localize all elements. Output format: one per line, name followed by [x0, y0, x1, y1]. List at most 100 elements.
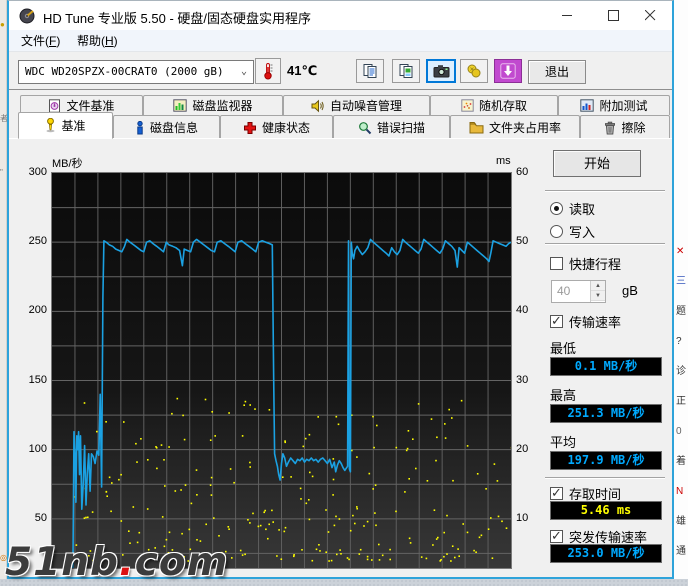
left-axis-tick: 300: [21, 166, 47, 178]
left-axis-tick: 150: [21, 374, 47, 386]
tab-error-scan[interactable]: 错误扫描: [333, 115, 450, 139]
burst-rate-value: 253.0 MB/秒: [550, 544, 662, 563]
close-button[interactable]: [628, 1, 672, 30]
background-text-fragment: 题: [676, 306, 688, 318]
tab-random-access[interactable]: 随机存取: [430, 95, 558, 115]
tab-erase[interactable]: 擦除: [580, 115, 670, 139]
app-icon: [19, 8, 35, 24]
min-value: 0.1 MB/秒: [550, 357, 662, 376]
stepper-up-icon[interactable]: ▲: [591, 281, 605, 291]
copy-text-icon: [362, 63, 378, 79]
copy-text-button[interactable]: [356, 59, 384, 83]
stepper-arrows[interactable]: ▲▼: [590, 281, 605, 302]
tab-folder-usage[interactable]: 文件夹占用率: [450, 115, 580, 139]
tab-health[interactable]: 健康状态: [220, 115, 333, 139]
maximize-icon: [608, 10, 619, 21]
right-axis-title: ms: [496, 155, 511, 167]
transfer-rate-curve: [73, 239, 511, 569]
access-time-scatter: [73, 398, 511, 562]
random-access-icon: [461, 99, 474, 112]
background-text-fragment: 三: [676, 276, 688, 288]
minimize-icon: [562, 10, 573, 21]
separator: [545, 243, 665, 245]
background-text-fragment: N: [676, 486, 688, 498]
background-text-fragment: 诊: [676, 366, 688, 378]
separator: [545, 477, 665, 479]
checkbox-checked-icon: [550, 487, 563, 500]
separator: [545, 190, 665, 192]
trash-icon: [604, 121, 616, 135]
checkbox-checked-icon: [550, 530, 563, 543]
checkbox-icon: [550, 257, 563, 270]
background-window-left-sliver: ● 者 " ◎: [0, 0, 7, 586]
tab-disk-info[interactable]: 磁盘信息: [113, 115, 220, 139]
capacity-unit: gB: [622, 283, 638, 298]
left-axis-tick: 200: [21, 304, 47, 316]
tab-aam[interactable]: 自动噪音管理: [283, 95, 430, 115]
background-text-fragment: 正: [676, 396, 688, 408]
left-axis-title: MB/秒: [52, 155, 83, 171]
background-text-fragment: ✕: [676, 246, 688, 258]
tab-disk-monitor[interactable]: 磁盘监视器: [143, 95, 283, 115]
title-bar[interactable]: HD Tune 专业版 5.50 - 硬盘/固态硬盘实用程序: [9, 1, 672, 30]
menu-file[interactable]: 文件(F): [13, 30, 68, 52]
speaker-icon: [311, 99, 325, 113]
right-axis-tick: 20: [516, 443, 542, 455]
tab-benchmark[interactable]: 基准: [18, 112, 113, 139]
start-button[interactable]: 开始: [553, 150, 641, 177]
benchmark-plot: [51, 172, 512, 569]
write-radio[interactable]: 写入: [550, 222, 595, 241]
exit-button[interactable]: 退出: [528, 60, 586, 84]
extra-tests-icon: [580, 99, 594, 112]
capacity-stepper[interactable]: 40 ▲▼: [551, 280, 606, 303]
copy-image-icon: [398, 63, 414, 79]
tab-extra-tests[interactable]: 附加测试: [558, 95, 670, 115]
disk-info-icon: [135, 121, 145, 135]
screenshot-button[interactable]: [426, 59, 456, 83]
close-icon: [645, 10, 656, 21]
background-text-fragment: 0: [676, 426, 688, 438]
checkbox-checked-icon: [550, 315, 563, 328]
donate-button[interactable]: [460, 59, 488, 83]
hdtune-window: HD Tune 专业版 5.50 - 硬盘/固态硬盘实用程序 文件(F) 帮助(…: [7, 0, 674, 579]
drive-select[interactable]: WDC WD20SPZX-00CRAT0 (2000 gB) ⌄: [18, 60, 254, 84]
stepper-down-icon[interactable]: ▼: [591, 291, 605, 301]
background-text-fragment: 雄: [676, 516, 688, 528]
temperature-button[interactable]: [255, 58, 281, 84]
max-label: 最高: [550, 385, 576, 404]
background-text-fragment: 通: [676, 546, 688, 558]
file-benchmark-icon: [48, 99, 61, 113]
desktop: ● 者 " ◎ ✕ 三题? 诊正 0 着 N 雄通 HD Tune 专业版 5.50 - 硬…: [0, 0, 688, 586]
menu-help[interactable]: 帮助(H): [69, 30, 126, 52]
coins-icon: [466, 63, 482, 79]
thermometer-icon: [261, 62, 275, 80]
right-axis-tick: 10: [516, 512, 542, 524]
disk-monitor-icon: [173, 99, 187, 112]
download-arrow-icon: [500, 63, 516, 79]
camera-icon: [433, 64, 450, 78]
copy-image-button[interactable]: [392, 59, 420, 83]
update-button[interactable]: [494, 59, 522, 83]
window-title: HD Tune 专业版 5.50 - 硬盘/固态硬盘实用程序: [43, 8, 311, 27]
avg-value: 197.9 MB/秒: [550, 451, 662, 470]
magnifier-icon: [358, 121, 372, 135]
read-radio[interactable]: 读取: [550, 199, 595, 218]
left-axis-tick: 250: [21, 235, 47, 247]
background-text-fragment: 着: [676, 456, 688, 468]
right-axis-tick: 30: [516, 374, 542, 386]
avg-label: 平均: [550, 432, 576, 451]
transfer-rate-checkbox[interactable]: 传输速率: [550, 312, 621, 331]
short-stroke-checkbox[interactable]: 快捷行程: [550, 254, 621, 273]
minimize-button[interactable]: [544, 1, 590, 30]
right-axis-tick: 60: [516, 166, 542, 178]
menu-bar: 文件(F) 帮助(H): [9, 30, 672, 52]
toolbar: WDC WD20SPZX-00CRAT0 (2000 gB) ⌄ 41℃: [9, 52, 672, 90]
chevron-down-icon: ⌄: [241, 61, 247, 83]
watermark-51nb: 51nb.com: [5, 540, 228, 585]
background-text-fragment: ?: [676, 336, 688, 348]
radio-icon: [550, 225, 563, 238]
right-axis-tick: 40: [516, 304, 542, 316]
background-window-right-sliver: ✕ 三题? 诊正 0 着 N 雄通: [674, 0, 688, 586]
radio-selected-icon: [550, 202, 563, 215]
temperature-value: 41℃: [287, 63, 317, 79]
